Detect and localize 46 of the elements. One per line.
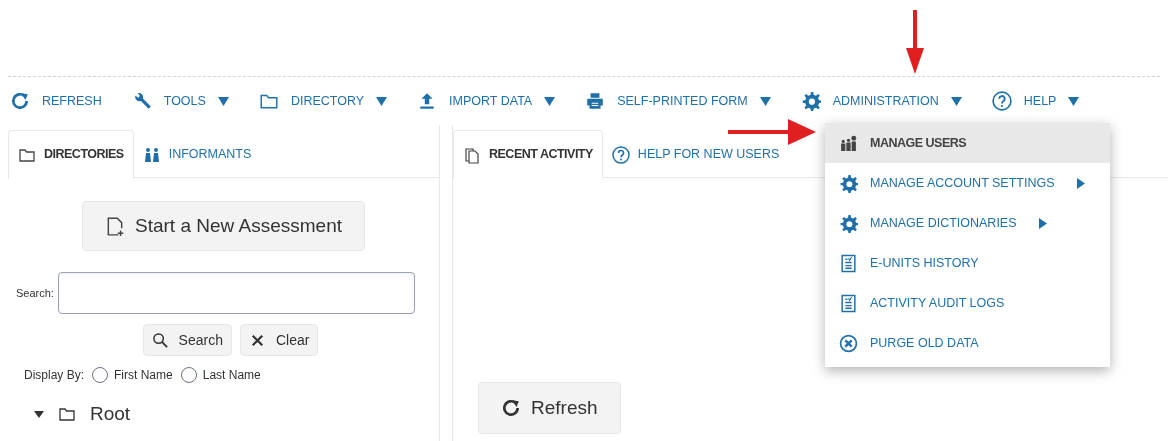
- tab[interactable]: DIRECTORIES: [8, 130, 134, 179]
- menu-item[interactable]: ACTIVITY AUDIT LOGS: [825, 283, 1110, 323]
- search-label: Search:: [16, 285, 54, 301]
- expanded-caret-icon[interactable]: [34, 409, 44, 420]
- people-icon: [142, 145, 161, 164]
- radio-option[interactable]: Last Name: [180, 366, 261, 384]
- display-by-label: Display By:: [24, 367, 85, 384]
- gear-icon: [800, 91, 821, 111]
- users-icon: [839, 133, 858, 153]
- toolbar-button[interactable]: ADMINISTRATION: [800, 91, 962, 111]
- menu-item[interactable]: PURGE OLD DATA: [825, 323, 1110, 363]
- x-circle-icon: [839, 333, 858, 353]
- toolbar-button[interactable]: REFRESH: [10, 91, 102, 111]
- tab[interactable]: RECENT ACTIVITY: [453, 130, 603, 179]
- tab[interactable]: HELP FOR NEW USERS: [602, 130, 789, 179]
- menu-item[interactable]: MANAGE DICTIONARIES: [825, 203, 1110, 243]
- toolbar-button[interactable]: IMPORT DATA: [417, 91, 556, 111]
- document-icon: [839, 253, 858, 273]
- search-field[interactable]: [57, 272, 415, 314]
- radio-option[interactable]: First Name: [92, 366, 173, 384]
- clear-button[interactable]: Clear: [239, 324, 319, 356]
- toolbar-button[interactable]: SELF-PRINTED FORM: [585, 91, 771, 111]
- toolbar-button[interactable]: DIRECTORY: [258, 91, 388, 111]
- pages-icon: [463, 145, 481, 164]
- refresh-icon: [10, 91, 30, 111]
- arrow: [905, 10, 925, 74]
- new-document-icon: [105, 216, 125, 236]
- tree-item[interactable]: Root: [90, 400, 131, 429]
- search-icon: [151, 331, 169, 349]
- menu-item[interactable]: MANAGE ACCOUNT SETTINGS: [825, 163, 1110, 203]
- start-assessment-button[interactable]: Start a New Assessment: [82, 201, 365, 251]
- document-icon: [839, 293, 858, 313]
- tab[interactable]: INFORMANTS: [133, 130, 261, 179]
- search-button[interactable]: Search: [142, 324, 232, 356]
- printer-icon: [585, 91, 606, 111]
- refresh-icon: [501, 398, 521, 418]
- gear-icon: [839, 213, 858, 233]
- toolbar-button[interactable]: HELP: [991, 91, 1080, 111]
- help-icon: [611, 145, 630, 164]
- menu-item[interactable]: E-UNITS HISTORY: [825, 243, 1110, 283]
- refresh-button[interactable]: Refresh: [478, 382, 621, 434]
- toolbar-button[interactable]: TOOLS: [131, 91, 229, 111]
- menu-item[interactable]: MANAGE USERS: [825, 123, 1110, 163]
- help-icon: [991, 91, 1012, 111]
- gear-icon: [839, 173, 858, 193]
- folder-icon: [58, 405, 76, 424]
